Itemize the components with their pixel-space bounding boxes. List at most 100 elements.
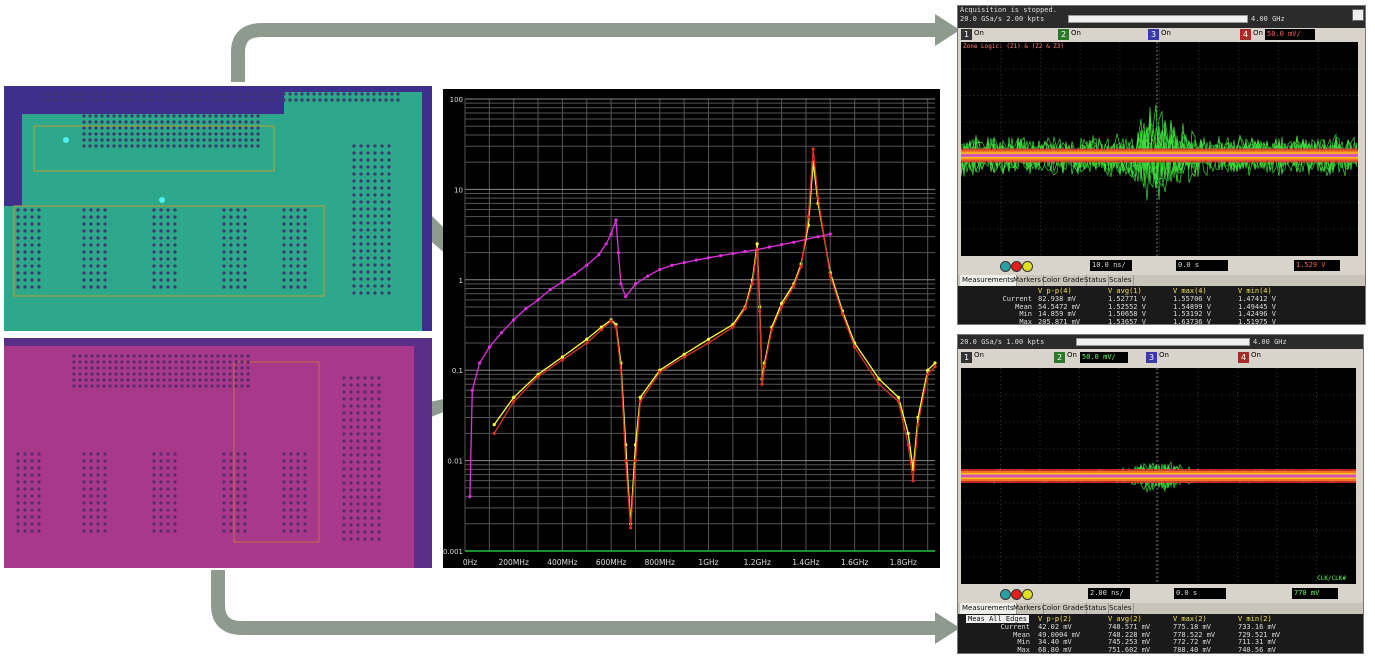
pcb-via <box>373 277 377 281</box>
channel-4-button[interactable]: 4 <box>1240 29 1251 40</box>
pcb-via <box>102 360 106 364</box>
pcb-via <box>156 372 160 376</box>
pcb-via <box>94 144 98 148</box>
close-icon[interactable] <box>1352 9 1364 21</box>
pcb-via <box>180 354 184 358</box>
pcb-via <box>16 236 20 240</box>
pcb-via <box>387 186 391 190</box>
pcb-via <box>296 229 300 233</box>
pcb-via <box>380 207 384 211</box>
pcb-via <box>103 529 107 533</box>
pcb-via <box>186 98 190 102</box>
tab-color-grade[interactable]: Color Grade <box>1040 275 1087 286</box>
channel-1-button[interactable]: 1 <box>961 29 972 40</box>
scope-top-tabs: Measurements Markers Color Grade Status … <box>958 275 1365 286</box>
pcb-via <box>23 271 27 275</box>
pcb-via <box>232 114 236 118</box>
pcb-via <box>352 200 356 204</box>
pcb-via <box>214 120 218 124</box>
pcb-via <box>289 459 293 463</box>
pcb-via <box>363 502 367 506</box>
pcb-via <box>306 98 310 102</box>
pcb-via <box>154 144 158 148</box>
color-red-button-bottom[interactable] <box>1011 589 1022 600</box>
channel-3-button-bottom[interactable]: 3 <box>1146 352 1157 363</box>
pcb-via <box>192 372 196 376</box>
trigger-level-field[interactable]: 1.529 V <box>1294 260 1340 271</box>
tab-color-grade-bottom[interactable]: Color Grade <box>1040 603 1087 614</box>
pcb-via <box>342 474 346 478</box>
pcb-via <box>202 120 206 124</box>
color-red-button[interactable] <box>1011 261 1022 272</box>
pcb-via <box>303 508 307 512</box>
channel-2-button[interactable]: 2 <box>1058 29 1069 40</box>
meas-mode[interactable]: Meas All Edges <box>966 615 1030 623</box>
tab-measurements-bottom[interactable]: Measurements <box>960 603 1017 614</box>
tab-measurements[interactable]: Measurements <box>960 275 1017 286</box>
delay-field[interactable]: 0.0 s <box>1176 260 1228 271</box>
pcb-via <box>106 132 110 136</box>
tab-markers-bottom[interactable]: Markers <box>1011 603 1044 614</box>
data-point <box>478 361 482 365</box>
channel-3-button[interactable]: 3 <box>1148 29 1159 40</box>
tab-markers[interactable]: Markers <box>1011 275 1044 286</box>
pcb-via <box>356 460 360 464</box>
color-yellow-button-bottom[interactable] <box>1022 589 1033 600</box>
pcb-via <box>78 354 82 358</box>
pcb-via <box>196 114 200 118</box>
pcb-via <box>172 144 176 148</box>
pcb-via <box>78 366 82 370</box>
tab-status-bottom[interactable]: Status <box>1082 603 1110 614</box>
timeline-overview[interactable] <box>1068 15 1248 23</box>
channel-2-scale[interactable]: 50.0 mV/ <box>1080 352 1128 363</box>
timebase-field[interactable]: 10.0 ns/ <box>1090 260 1132 271</box>
tab-status[interactable]: Status <box>1082 275 1110 286</box>
channel-4-scale[interactable]: 50.0 mV/ <box>1265 29 1315 40</box>
channel-2-button-bottom[interactable]: 2 <box>1054 352 1065 363</box>
pcb-via <box>166 452 170 456</box>
color-yellow-button[interactable] <box>1022 261 1033 272</box>
data-point <box>731 325 735 329</box>
tab-scales[interactable]: Scales <box>1107 275 1135 286</box>
pcb-via <box>236 487 240 491</box>
pcb-via <box>282 480 286 484</box>
pcb-via <box>202 114 206 118</box>
channel-1-button-bottom[interactable]: 1 <box>961 352 972 363</box>
pcb-via <box>103 257 107 261</box>
pcb-via <box>370 383 374 387</box>
pcb-via <box>380 144 384 148</box>
channel-4-button-bottom[interactable]: 4 <box>1238 352 1249 363</box>
pcb-via <box>276 92 280 96</box>
delay-field-bottom[interactable]: 0.0 s <box>1174 588 1226 599</box>
pcb-via <box>162 354 166 358</box>
pcb-via <box>96 384 100 388</box>
meas-header: V min(4) <box>1238 287 1272 295</box>
pcb-via <box>216 360 220 364</box>
pcb-via <box>152 459 156 463</box>
pcb-via <box>210 354 214 358</box>
pcb-via <box>136 144 140 148</box>
pcb-via <box>377 460 381 464</box>
timeline-overview-bottom[interactable] <box>1076 338 1250 346</box>
pcb-via <box>296 487 300 491</box>
pcb-via <box>37 452 41 456</box>
data-point <box>816 235 820 239</box>
pcb-via <box>303 501 307 505</box>
pcb-via <box>232 138 236 142</box>
tab-scales-bottom[interactable]: Scales <box>1107 603 1135 614</box>
pcb-via <box>23 529 27 533</box>
pcb-via <box>124 126 128 130</box>
pcb-via <box>88 132 92 136</box>
color-cyan-button-bottom[interactable] <box>1000 589 1011 600</box>
pcb-via <box>208 120 212 124</box>
pcb-via <box>150 92 154 96</box>
pcb-via <box>89 229 93 233</box>
persistence-band <box>961 474 1356 478</box>
pcb-via <box>82 229 86 233</box>
trigger-level-field-bottom[interactable]: 770 mV <box>1292 588 1338 599</box>
timebase-field-bottom[interactable]: 2.00 ns/ <box>1088 588 1130 599</box>
pcb-via <box>186 354 190 358</box>
pcb-via <box>236 529 240 533</box>
pcb-via <box>156 384 160 388</box>
color-cyan-button[interactable] <box>1000 261 1011 272</box>
